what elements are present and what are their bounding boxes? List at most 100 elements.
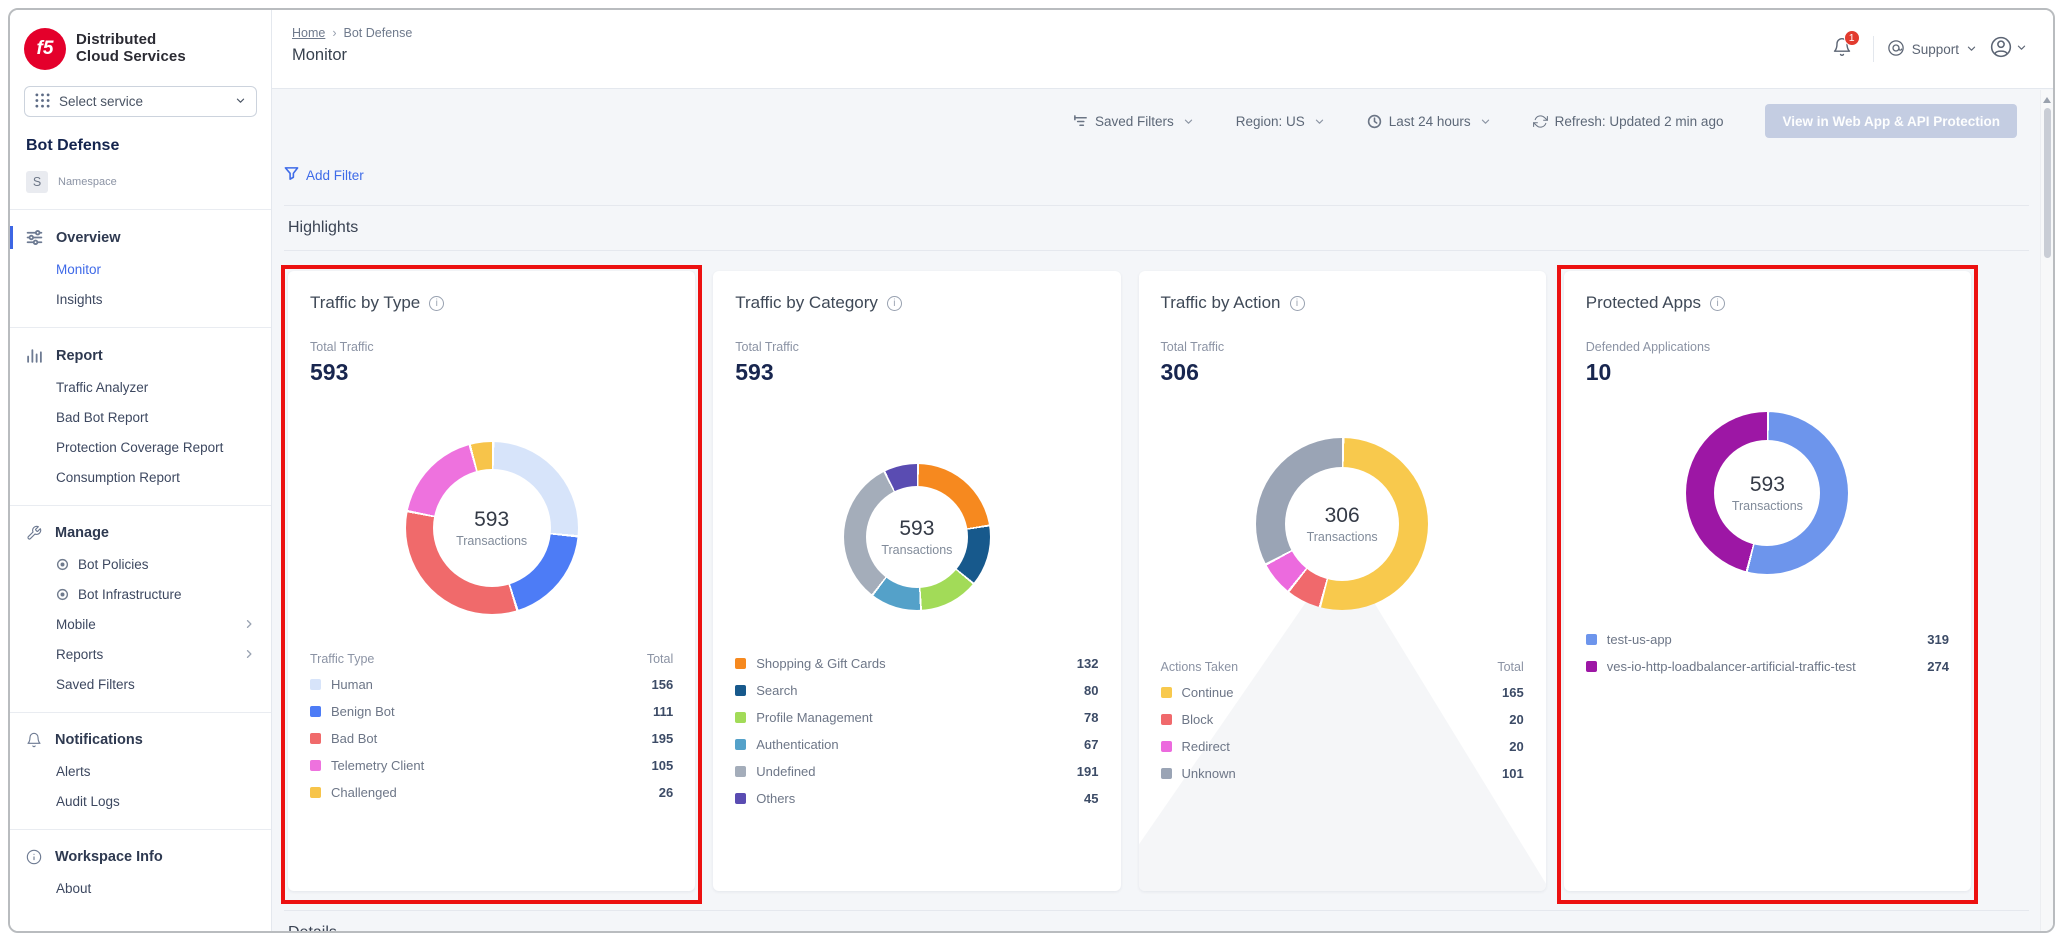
legend-swatch (735, 685, 746, 696)
product-title: Bot Defense (10, 117, 271, 155)
legend-row-continue[interactable]: Continue165 (1161, 679, 1524, 706)
sidebar-section-notifications[interactable]: Notifications (10, 724, 271, 756)
user-menu[interactable] (1990, 36, 2027, 63)
namespace-selector[interactable]: S Namespace (10, 155, 271, 205)
legend-row-challenged[interactable]: Challenged26 (310, 779, 673, 806)
card-traffic-by-action: Traffic by Action i Total Traffic 306 306Tra… (1139, 271, 1546, 891)
sidebar-item-consumption-report[interactable]: Consumption Report (10, 462, 271, 492)
chevron-down-icon (2016, 40, 2027, 58)
divider (10, 712, 271, 713)
legend-row-ves-io-http-loadbalancer-artificial-traffic-test[interactable]: ves-io-http-loadbalancer-artificial-traf… (1586, 653, 1949, 680)
scrollbar-thumb[interactable] (2044, 108, 2051, 258)
notifications-bell-button[interactable]: 1 (1832, 37, 1852, 62)
breadcrumb-block: Home › Bot Defense Monitor (292, 10, 412, 88)
report-icon (26, 347, 43, 364)
legend-header-total: Total (647, 652, 673, 666)
select-service-dropdown[interactable]: Select service (24, 86, 257, 117)
divider (10, 327, 271, 328)
legend-row-profile-management[interactable]: Profile Management78 (735, 704, 1098, 731)
sidebar-item-label: Audit Logs (56, 794, 120, 809)
legend-row-undefined[interactable]: Undefined191 (735, 758, 1098, 785)
funnel-icon (284, 166, 299, 184)
sidebar-item-label: Insights (56, 292, 103, 307)
sidebar-item-audit-logs[interactable]: Audit Logs (10, 786, 271, 816)
sidebar-section-overview[interactable]: Overview (10, 221, 271, 254)
info-icon[interactable]: i (1710, 296, 1725, 311)
chevron-down-icon (1966, 42, 1977, 57)
stat-label: Defended Applications (1586, 340, 1949, 354)
legend-swatch (1586, 661, 1597, 672)
sidebar-item-bad-bot-report[interactable]: Bad Bot Report (10, 402, 271, 432)
legend-swatch (1161, 714, 1172, 725)
saved-filters-dropdown[interactable]: Saved Filters (1073, 114, 1194, 129)
donut-chart[interactable]: 593Transactions (1686, 412, 1848, 574)
sidebar-section-report[interactable]: Report (10, 339, 271, 372)
sidebar-item-bot-policies[interactable]: Bot Policies (10, 549, 271, 579)
legend-row-authentication[interactable]: Authentication67 (735, 731, 1098, 758)
sidebar-item-reports[interactable]: Reports (10, 639, 271, 669)
stat-value: 306 (1161, 359, 1524, 386)
brand-logo[interactable]: f5 Distributed Cloud Services (10, 22, 271, 76)
namespace-initial: S (26, 171, 48, 193)
sidebar-item-mobile[interactable]: Mobile (10, 609, 271, 639)
stat-label: Total Traffic (1161, 340, 1524, 354)
side-nav: OverviewMonitor Insights Report Traffic Ana… (10, 214, 271, 912)
scrollbar-up-arrow[interactable] (2043, 97, 2051, 103)
legend-label: Redirect (1182, 739, 1500, 754)
legend-row-telemetry-client[interactable]: Telemetry Client105 (310, 752, 673, 779)
legend-row-others[interactable]: Others45 (735, 785, 1098, 812)
sidebar-item-protection-coverage-report[interactable]: Protection Coverage Report (10, 432, 271, 462)
add-filter-button[interactable]: Add Filter (284, 166, 364, 184)
legend-row-test-us-app[interactable]: test-us-app319 (1586, 626, 1949, 653)
donut-center-value: 593 (899, 517, 934, 541)
view-in-waap-button[interactable]: View in Web App & API Protection (1765, 104, 2017, 138)
sidebar-item-label: Protection Coverage Report (56, 440, 223, 455)
legend-row-search[interactable]: Search80 (735, 677, 1098, 704)
legend-value: 20 (1509, 712, 1523, 727)
page-header: Home › Bot Defense Monitor 1 Support (272, 10, 2053, 89)
refresh-button[interactable]: Refresh: Updated 2 min ago (1533, 114, 1724, 129)
donut-center: 593Transactions (433, 469, 551, 587)
sidebar-item-alerts[interactable]: Alerts (10, 756, 271, 786)
divider (10, 829, 271, 830)
legend: Actions TakenTotalContinue165Block20Redi… (1161, 656, 1524, 787)
chevron-down-icon (1183, 116, 1194, 127)
sidebar-item-saved-filters[interactable]: Saved Filters (10, 669, 271, 699)
info-icon[interactable]: i (1290, 296, 1305, 311)
donut-chart[interactable]: 306Transactions (1256, 438, 1428, 610)
legend-value: 319 (1927, 632, 1949, 647)
sidebar-item-insights[interactable]: Insights (10, 284, 271, 314)
breadcrumb-home[interactable]: Home (292, 26, 325, 40)
region-dropdown[interactable]: Region: US (1236, 114, 1325, 129)
sidebar-section-manage[interactable]: Manage (10, 517, 271, 549)
legend-label: Benign Bot (331, 704, 643, 719)
card-title-row: Traffic by Typei (310, 293, 673, 313)
sidebar-item-bot-infrastructure[interactable]: Bot Infrastructure (10, 579, 271, 609)
sidebar-section-workspace-info[interactable]: Workspace Info (10, 841, 271, 873)
sidebar-item-about[interactable]: About (10, 873, 271, 903)
info-icon[interactable]: i (429, 296, 444, 311)
donut-center: 593Transactions (866, 486, 968, 588)
time-range-dropdown[interactable]: Last 24 hours (1367, 114, 1491, 129)
legend-row-bad-bot[interactable]: Bad Bot195 (310, 725, 673, 752)
legend-row-benign-bot[interactable]: Benign Bot111 (310, 698, 673, 725)
legend-row-human[interactable]: Human156 (310, 671, 673, 698)
chevron-down-icon (1480, 116, 1491, 127)
legend-row-redirect[interactable]: Redirect20 (1161, 733, 1524, 760)
sidebar-item-label: Traffic Analyzer (56, 380, 148, 395)
donut-chart[interactable]: 593Transactions (406, 442, 578, 614)
legend-swatch (1161, 687, 1172, 698)
donut-chart[interactable]: 593Transactions (844, 464, 990, 610)
card-title-row: Traffic by Action i (1161, 293, 1524, 313)
sidebar-item-traffic-analyzer[interactable]: Traffic Analyzer (10, 372, 271, 402)
legend-row-block[interactable]: Block20 (1161, 706, 1524, 733)
sidebar-item-monitor[interactable]: Monitor (10, 254, 271, 284)
highlights-heading: Highlights (284, 206, 2029, 250)
workspace-info-icon (26, 849, 42, 865)
legend-row-unknown[interactable]: Unknown101 (1161, 760, 1524, 787)
legend-row-shopping-gift-cards[interactable]: Shopping & Gift Cards132 (735, 650, 1098, 677)
legend-value: 156 (652, 677, 674, 692)
support-menu[interactable]: Support (1887, 39, 1977, 60)
card-title: Traffic by Action (1161, 293, 1281, 313)
info-icon[interactable]: i (887, 296, 902, 311)
